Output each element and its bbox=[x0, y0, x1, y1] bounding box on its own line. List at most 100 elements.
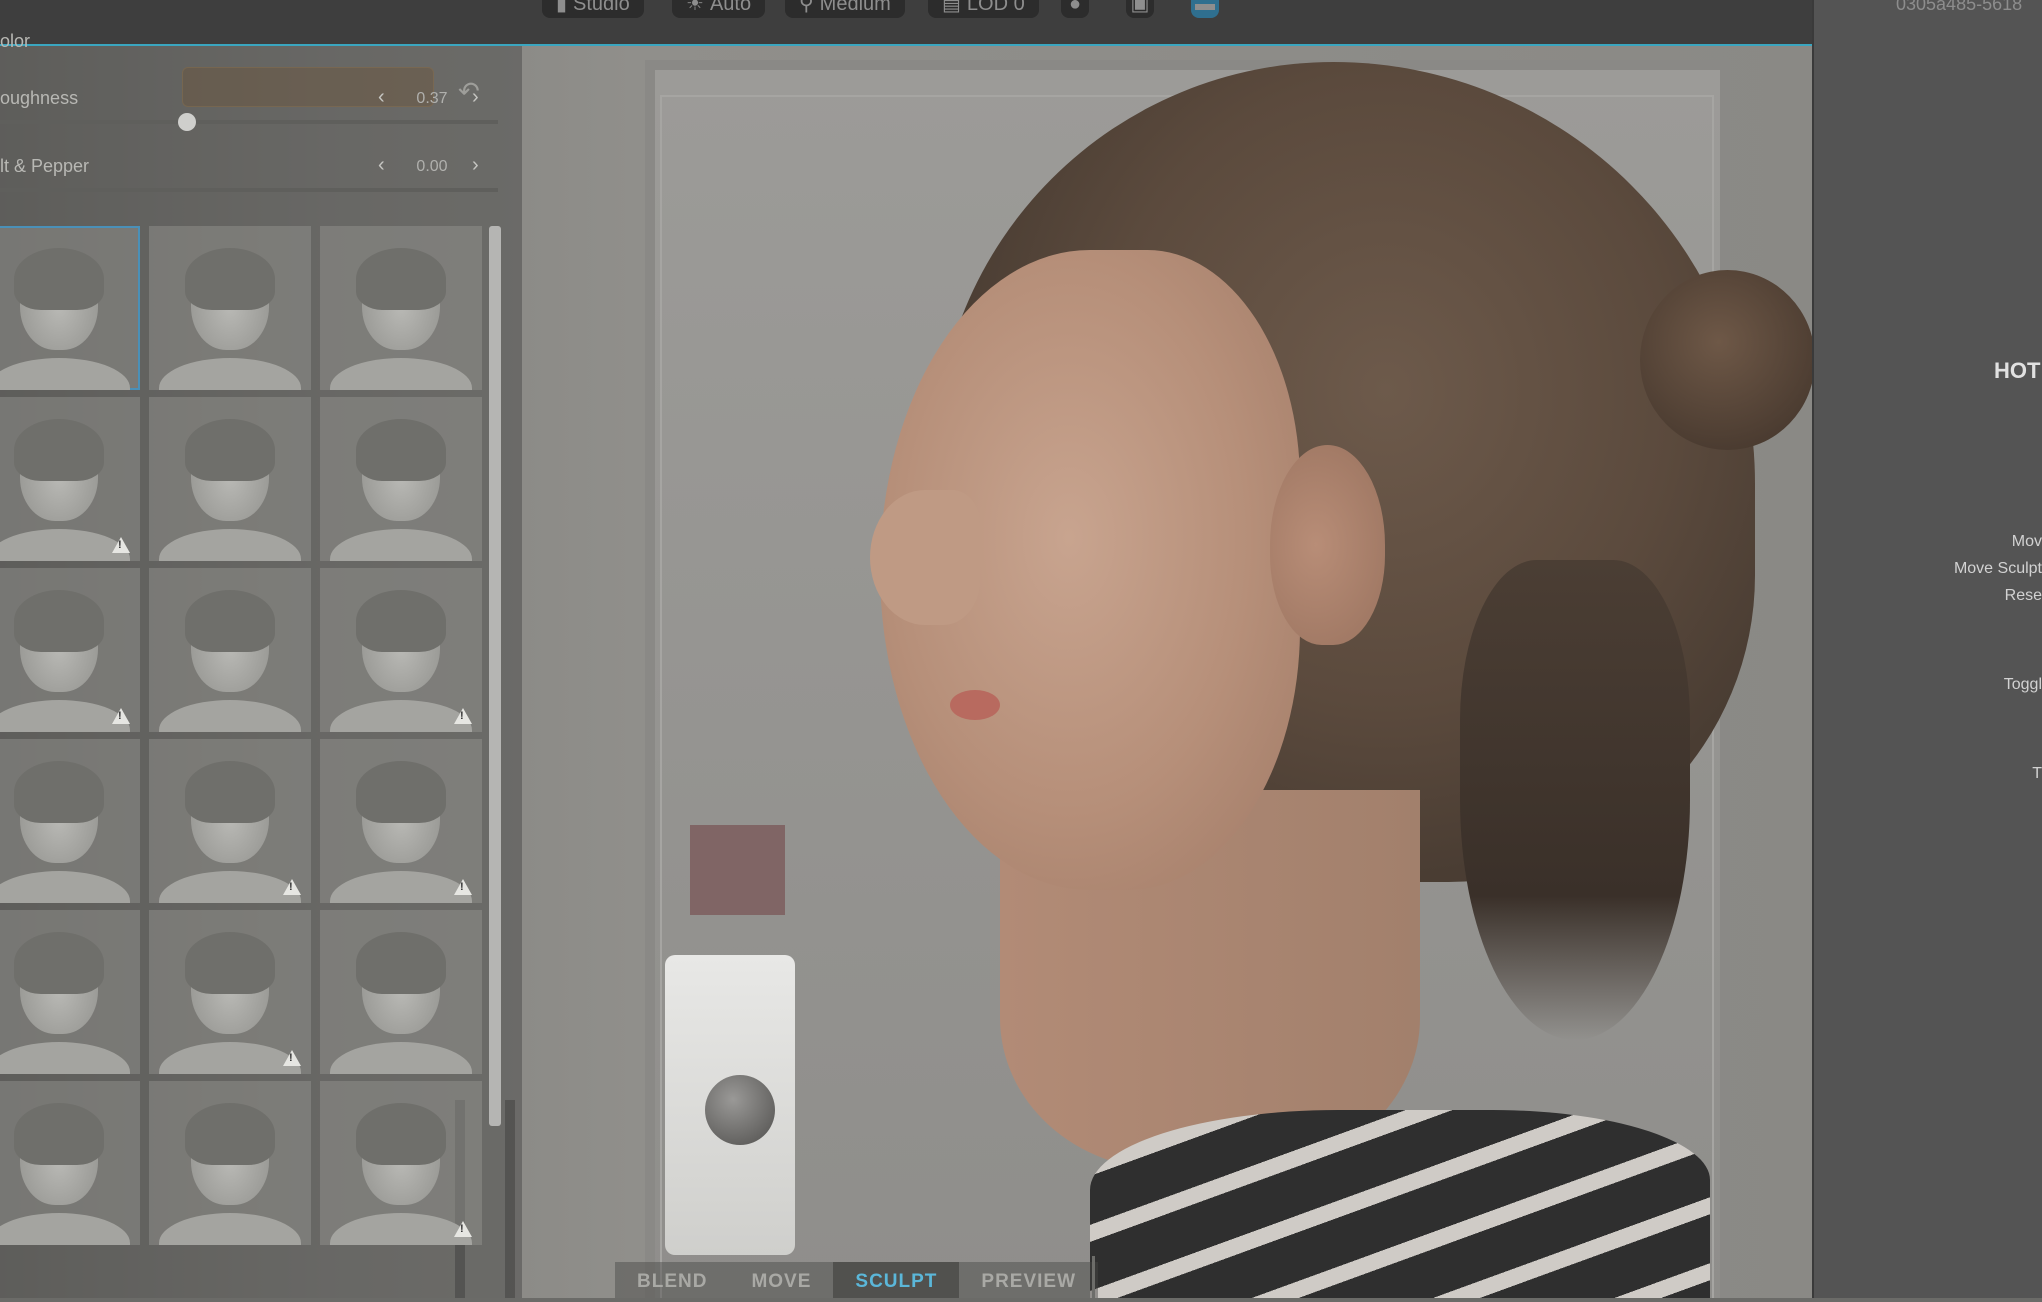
roughness-increase-button[interactable]: › bbox=[472, 86, 479, 109]
preset-hair bbox=[356, 761, 446, 823]
preset-shoulders bbox=[159, 529, 301, 561]
hotkey-reset: Rese bbox=[2004, 587, 2042, 604]
preset-hair bbox=[356, 248, 446, 310]
hair-preset-tile[interactable] bbox=[149, 397, 311, 561]
preset-shoulders bbox=[159, 700, 301, 732]
hair-preset-tile[interactable] bbox=[320, 568, 482, 732]
medium-button[interactable]: ⚲ Medium bbox=[785, 0, 905, 18]
preset-scrollbar[interactable] bbox=[489, 226, 501, 1126]
preset-hair bbox=[14, 248, 104, 310]
right-panel: 0305a485-5618 HOT Mov Move Sculpt Rese T… bbox=[1812, 0, 2042, 1298]
hair-preset-tile[interactable] bbox=[149, 910, 311, 1074]
preset-shoulders bbox=[330, 871, 472, 903]
salt-pepper-increase-button[interactable]: › bbox=[472, 154, 479, 177]
copy-button[interactable]: ▣ bbox=[1126, 0, 1154, 18]
hair-preset-tile[interactable] bbox=[0, 568, 140, 732]
door-knob bbox=[705, 1075, 775, 1145]
person-nose bbox=[870, 490, 980, 625]
preset-hair bbox=[14, 932, 104, 994]
preset-hair bbox=[356, 932, 446, 994]
preset-hair bbox=[185, 419, 275, 481]
hair-preset-tile[interactable] bbox=[0, 397, 140, 561]
hair-preset-tile[interactable] bbox=[0, 226, 140, 390]
preset-hair bbox=[185, 932, 275, 994]
hotkeys-title: HOT bbox=[1994, 358, 2041, 383]
roughness-slider-thumb[interactable] bbox=[177, 113, 196, 131]
studio-button[interactable]: ▮ Studio bbox=[542, 0, 644, 18]
preset-shoulders bbox=[330, 529, 472, 561]
preset-shoulders bbox=[0, 358, 130, 390]
tab-divider bbox=[1092, 1256, 1095, 1298]
hair-preset-tile[interactable] bbox=[320, 1081, 482, 1245]
person-ear bbox=[1270, 445, 1385, 645]
hair-preset-tile[interactable] bbox=[149, 568, 311, 732]
hotkey-move-sculpt: Move Sculpt bbox=[1953, 560, 2042, 577]
roughness-slider[interactable] bbox=[0, 120, 498, 124]
preset-hair bbox=[356, 1103, 446, 1165]
character-id: 0305a485-5618 bbox=[1896, 0, 2023, 14]
camera-icon: ▮ bbox=[556, 0, 568, 15]
preset-shoulders bbox=[330, 700, 472, 732]
hair-preset-tile[interactable] bbox=[320, 739, 482, 903]
preset-hair bbox=[14, 761, 104, 823]
tab-sculpt[interactable]: SCULPT bbox=[833, 1262, 960, 1298]
hair-preset-tile[interactable] bbox=[0, 1081, 140, 1245]
preset-shoulders bbox=[0, 700, 130, 732]
hair-preset-tile[interactable] bbox=[0, 910, 140, 1074]
warning-icon bbox=[112, 537, 130, 553]
preset-shoulders bbox=[0, 1042, 130, 1074]
preset-shoulders bbox=[159, 358, 301, 390]
hair-preset-tile[interactable] bbox=[320, 910, 482, 1074]
salt-pepper-slider[interactable] bbox=[0, 188, 498, 192]
warning-icon bbox=[454, 879, 472, 895]
tab-blend[interactable]: BLEND bbox=[615, 1262, 730, 1298]
hair-preset-tile[interactable] bbox=[320, 226, 482, 390]
color-label: olor bbox=[0, 31, 31, 51]
toggle-button[interactable]: ▬ bbox=[1191, 0, 1219, 18]
salt-pepper-label: lt & Pepper bbox=[0, 156, 90, 176]
roughness-label: oughness bbox=[0, 88, 79, 108]
preset-shoulders bbox=[0, 871, 130, 903]
person-hair-bun bbox=[1640, 270, 1812, 450]
person-hair-tail bbox=[1460, 560, 1690, 1040]
preset-hair bbox=[185, 761, 275, 823]
preset-hair bbox=[14, 590, 104, 652]
warning-icon bbox=[112, 708, 130, 724]
roughness-value: 0.37 bbox=[416, 90, 448, 107]
preset-hair bbox=[14, 1103, 104, 1165]
preset-hair bbox=[356, 419, 446, 481]
preset-hair bbox=[14, 419, 104, 481]
preset-shoulders bbox=[0, 529, 130, 561]
lod-button[interactable]: ▤ LOD 0 bbox=[928, 0, 1039, 18]
salt-pepper-decrease-button[interactable]: ‹ bbox=[378, 154, 385, 177]
roughness-decrease-button[interactable]: ‹ bbox=[378, 86, 385, 109]
preset-shoulders bbox=[330, 1213, 472, 1245]
hotkey-move: Mov bbox=[2011, 533, 2042, 550]
wall-sign bbox=[690, 825, 785, 915]
preset-hair bbox=[185, 248, 275, 310]
person-shirt bbox=[1090, 1110, 1710, 1298]
hair-preset-tile[interactable] bbox=[149, 739, 311, 903]
preset-hair bbox=[185, 1103, 275, 1165]
hair-preset-tile[interactable] bbox=[320, 397, 482, 561]
preset-shoulders bbox=[330, 358, 472, 390]
tab-move[interactable]: MOVE bbox=[729, 1262, 834, 1298]
preset-shoulders bbox=[159, 871, 301, 903]
hair-preset-tile[interactable] bbox=[0, 739, 140, 903]
layers-icon: ▤ bbox=[942, 0, 961, 15]
auto-button[interactable]: ☀ Auto bbox=[672, 0, 766, 18]
warning-icon bbox=[283, 1050, 301, 1066]
tab-preview[interactable]: PREVIEW bbox=[959, 1262, 1099, 1298]
warning-icon bbox=[454, 1221, 472, 1237]
person-lips bbox=[950, 690, 1000, 720]
pin-icon: ⚲ bbox=[799, 0, 814, 15]
preset-shoulders bbox=[159, 1213, 301, 1245]
hair-preset-tile[interactable] bbox=[149, 226, 311, 390]
preset-shoulders bbox=[0, 1213, 130, 1245]
hair-preset-tile[interactable] bbox=[149, 1081, 311, 1245]
copy-icon: ▣ bbox=[1130, 0, 1150, 15]
info-button[interactable]: ● bbox=[1061, 0, 1089, 18]
preset-shoulders bbox=[159, 1042, 301, 1074]
panel-icon: ▬ bbox=[1195, 0, 1215, 15]
salt-pepper-value: 0.00 bbox=[416, 158, 448, 175]
